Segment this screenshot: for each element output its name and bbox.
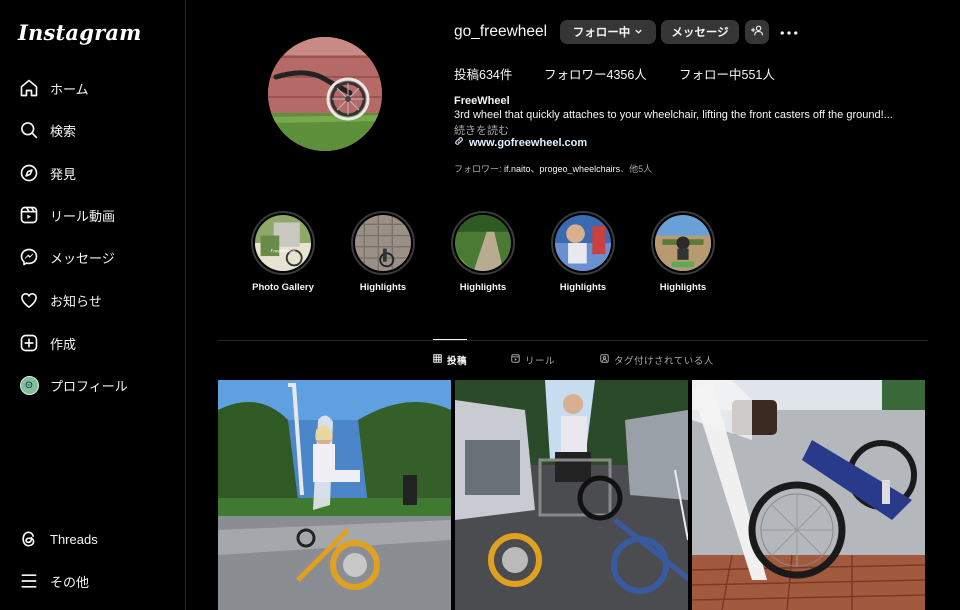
highlight-label: Photo Gallery xyxy=(252,282,314,293)
highlight-label: Highlights xyxy=(359,282,407,293)
sidebar-item-profile[interactable]: ⊙ プロフィール xyxy=(14,368,174,402)
search-icon xyxy=(16,117,42,143)
post-thumbnail[interactable] xyxy=(218,380,451,610)
message-button[interactable]: メッセージ xyxy=(661,20,739,44)
profile-bio: 3rd wheel that quickly attaches to your … xyxy=(454,109,893,121)
profile-display-name: FreeWheel xyxy=(454,95,510,107)
tab-posts[interactable]: 投稿 xyxy=(433,353,467,367)
followed-by-names: if.naito、progeo_wheelchairs xyxy=(504,164,621,174)
link-icon xyxy=(454,136,469,149)
sidebar-item-label: お知らせ xyxy=(50,293,102,309)
highlight-ring xyxy=(651,211,715,275)
sidebar-item-messages[interactable]: メッセージ xyxy=(14,240,174,274)
highlight-label: Highlights xyxy=(559,282,607,293)
highlight-label: Highlights xyxy=(659,282,707,293)
active-tab-indicator xyxy=(433,339,467,340)
sidebar-item-more[interactable]: その他 xyxy=(14,564,174,598)
tabs-divider xyxy=(218,340,928,341)
instagram-logo[interactable]: Instagram xyxy=(18,20,142,45)
highlight-item[interactable]: Highlights xyxy=(343,211,423,293)
highlight-cover xyxy=(655,215,711,271)
reels-icon xyxy=(16,202,42,228)
svg-text:FreeWheel: FreeWheel xyxy=(271,248,297,254)
sidebar-item-label: メッセージ xyxy=(50,250,115,266)
post-thumbnail[interactable] xyxy=(692,380,925,610)
grid-icon xyxy=(433,354,447,366)
sidebar-item-label: 発見 xyxy=(50,166,77,182)
sidebar-item-label: 検索 xyxy=(50,123,77,139)
sidebar-item-create[interactable]: 作成 xyxy=(14,326,174,360)
sidebar-item-explore[interactable]: 発見 xyxy=(14,156,174,190)
threads-icon xyxy=(16,526,42,552)
highlight-label: Highlights xyxy=(459,282,507,293)
followers-count[interactable]: フォロワー4356人 xyxy=(544,64,647,83)
highlight-ring: FreeWheel xyxy=(251,211,315,275)
sidebar-item-label: 作成 xyxy=(50,336,77,352)
highlight-item[interactable]: Highlights xyxy=(643,211,723,293)
sidebar-item-label: リール動画 xyxy=(50,208,116,224)
sidebar-item-notifications[interactable]: お知らせ xyxy=(14,283,174,317)
sidebar: Instagram ホーム 検索 発見 リール動画 メッセージ お知らせ 作成 … xyxy=(0,0,186,610)
highlight-cover xyxy=(555,215,611,271)
sidebar-item-label: その他 xyxy=(50,574,90,590)
home-icon xyxy=(16,75,42,101)
more-options-button[interactable] xyxy=(778,21,800,43)
profile-picture[interactable] xyxy=(268,37,382,151)
followed-by-prefix: フォロワー: xyxy=(454,164,505,174)
sidebar-item-label: ホーム xyxy=(50,81,89,97)
highlight-cover xyxy=(455,215,511,271)
tab-label: タグ付けされている人 xyxy=(614,356,714,367)
compass-icon xyxy=(16,160,42,186)
highlight-photo-gallery[interactable]: FreeWheel Photo Gallery xyxy=(243,211,323,293)
add-user-icon xyxy=(750,24,764,40)
sidebar-item-label: プロフィール xyxy=(50,378,128,394)
tagged-person-icon xyxy=(600,354,614,366)
more-dots-icon xyxy=(780,23,798,41)
following-button-label: フォロー中 xyxy=(572,27,631,39)
sidebar-item-home[interactable]: ホーム xyxy=(14,71,174,105)
tab-tagged[interactable]: タグ付けされている人 xyxy=(600,353,714,367)
sidebar-item-search[interactable]: 検索 xyxy=(14,113,174,147)
posts-count: 投稿634件 xyxy=(454,68,513,82)
highlight-item[interactable]: Highlights xyxy=(443,211,523,293)
website-url: www.gofreewheel.com xyxy=(469,136,588,149)
tab-label: リール xyxy=(525,356,556,367)
followed-by-suffix: 、他5人 xyxy=(620,164,653,174)
highlight-cover: FreeWheel xyxy=(255,215,311,271)
create-icon xyxy=(16,330,42,356)
following-count[interactable]: フォロー中551人 xyxy=(679,64,775,83)
highlight-cover xyxy=(355,215,411,271)
profile-avatar: ⊙ xyxy=(16,372,42,398)
tab-reels[interactable]: リール xyxy=(511,353,555,367)
instagram-app: Instagram ホーム 検索 発見 リール動画 メッセージ お知らせ 作成 … xyxy=(0,0,960,610)
sidebar-item-threads[interactable]: Threads xyxy=(14,522,174,556)
website-link[interactable]: www.gofreewheel.com xyxy=(454,136,587,149)
menu-icon xyxy=(16,568,42,594)
messenger-icon xyxy=(16,244,42,270)
highlight-ring xyxy=(451,211,515,275)
profile-username: go_freewheel xyxy=(454,23,548,40)
chevron-down-icon xyxy=(634,27,643,38)
post-thumbnail[interactable] xyxy=(455,380,688,610)
following-button[interactable]: フォロー中 xyxy=(560,20,656,44)
highlight-ring xyxy=(551,211,615,275)
highlight-ring xyxy=(351,211,415,275)
suggest-users-button[interactable] xyxy=(745,20,769,44)
highlight-item[interactable]: Highlights xyxy=(543,211,623,293)
heart-icon xyxy=(16,287,42,313)
reels-icon xyxy=(511,354,525,366)
sidebar-item-reels[interactable]: リール動画 xyxy=(14,198,174,232)
tab-label: 投稿 xyxy=(447,356,468,367)
sidebar-item-label: Threads xyxy=(50,531,98,547)
followed-by[interactable]: フォロワー: if.naito、progeo_wheelchairs、他5人 xyxy=(454,162,652,175)
